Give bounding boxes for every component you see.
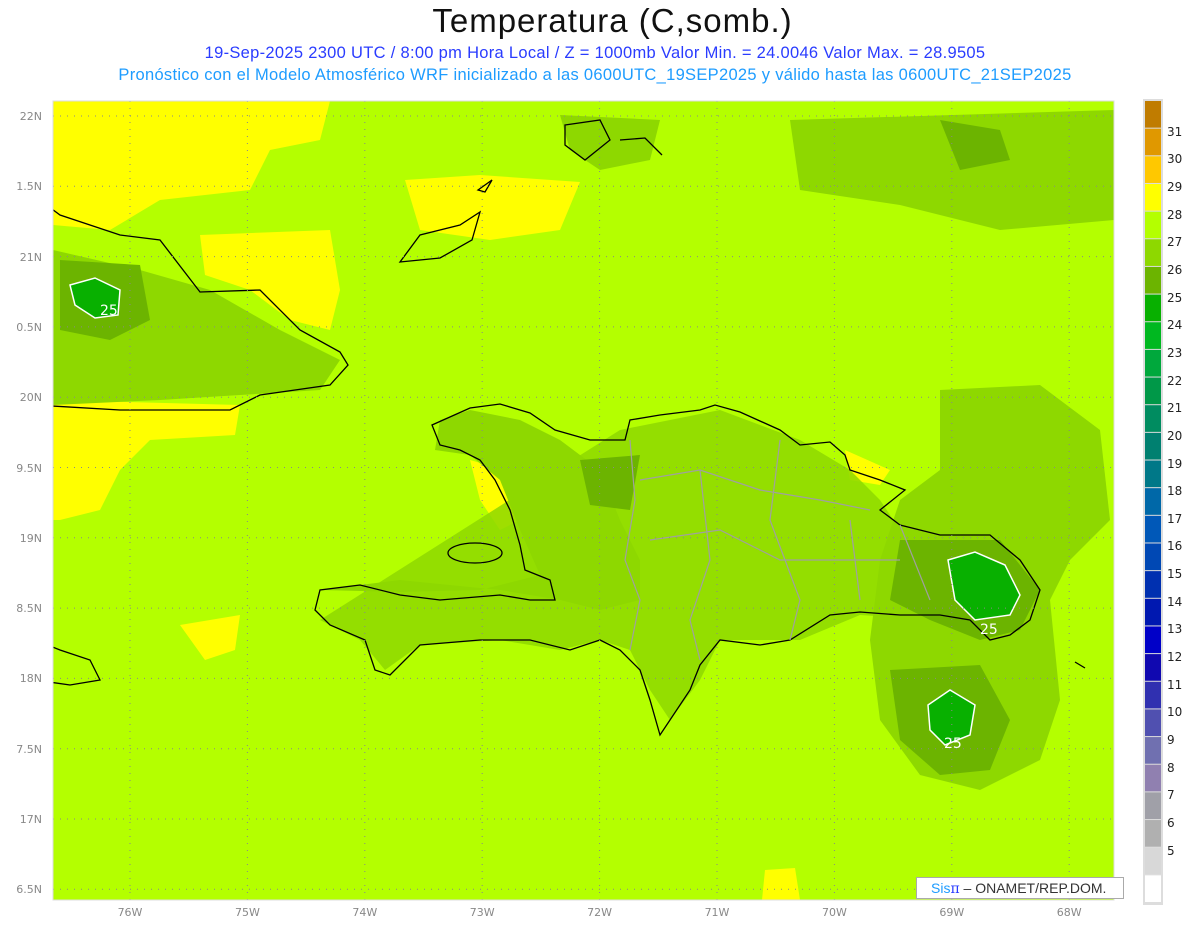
colorbar-swatch: [1145, 764, 1161, 792]
colorbar-label: 20: [1167, 428, 1183, 443]
colorbar-swatch: [1145, 488, 1161, 515]
colorbar-swatch: [1145, 571, 1161, 598]
colorbar-label: 31: [1167, 124, 1183, 139]
colorbar-swatch: [1145, 183, 1161, 211]
colorbar-label: 6: [1167, 816, 1175, 831]
lat-label: 18N: [19, 672, 42, 686]
lon-label: 70W: [821, 906, 847, 919]
lat-label: 22N: [19, 110, 42, 123]
lon-label: 69W: [939, 906, 965, 919]
lat-label: 17N: [19, 813, 42, 826]
lon-label: 72W: [587, 906, 613, 919]
credit-text: – ONAMET/REP.DOM.: [963, 880, 1107, 896]
map-field: [53, 101, 1114, 900]
contour-label: 25: [980, 622, 998, 638]
colorbar-label: 21: [1167, 401, 1183, 416]
colorbar-label: 28: [1167, 207, 1183, 222]
colorbar-label: 29: [1167, 179, 1183, 194]
colorbar-swatch: [1145, 847, 1161, 875]
lon-label: 75W: [234, 906, 260, 919]
colorbar-label: 23: [1167, 345, 1183, 360]
colorbar-swatch: [1145, 405, 1161, 432]
colorbar: [1143, 99, 1163, 905]
colorbar-swatch: [1145, 211, 1161, 239]
lon-label: 73W: [469, 906, 495, 919]
colorbar-swatch: [1145, 681, 1161, 709]
colorbar-label: 24: [1167, 318, 1183, 333]
colorbar-swatch: [1145, 101, 1161, 128]
lat-label: 8.5N: [16, 602, 42, 616]
colorbar-swatch: [1145, 239, 1161, 266]
colorbar-swatch: [1145, 654, 1161, 681]
lat-label: 6.5N: [16, 883, 42, 897]
colorbar-swatch: [1145, 792, 1161, 820]
lon-label: 71W: [704, 906, 730, 919]
colorbar-label: 22: [1167, 373, 1183, 388]
colorbar-label: 13: [1167, 622, 1183, 637]
colorbar-label: 19: [1167, 456, 1183, 471]
colorbar-label: 15: [1167, 567, 1183, 582]
colorbar-label: 27: [1167, 235, 1183, 250]
colorbar-swatch: [1145, 709, 1161, 737]
colorbar-swatch: [1145, 875, 1161, 902]
lon-label: 76W: [117, 906, 143, 919]
colorbar-swatch: [1145, 266, 1161, 294]
contour-label: 25: [944, 736, 962, 752]
colorbar-label: 25: [1167, 290, 1183, 305]
colorbar-swatch: [1145, 460, 1161, 488]
colorbar-label: 7: [1167, 788, 1175, 803]
lon-label: 68W: [1056, 906, 1082, 919]
contour-label: 25: [100, 303, 118, 319]
colorbar-swatch: [1145, 294, 1161, 322]
colorbar-label: 10: [1167, 705, 1183, 720]
colorbar-swatch: [1145, 598, 1161, 626]
lat-label: 19N: [19, 531, 42, 545]
colorbar-swatch: [1145, 515, 1161, 543]
colorbar-label: 18: [1167, 484, 1183, 499]
colorbar-swatch: [1145, 432, 1161, 460]
credit-box: Sisπ – ONAMET/REP.DOM.: [916, 877, 1124, 899]
colorbar-swatch: [1145, 377, 1161, 405]
colorbar-label: 8: [1167, 760, 1175, 775]
colorbar-label: 17: [1167, 511, 1183, 526]
lat-label: 20N: [19, 391, 42, 405]
colorbar-label: 9: [1167, 733, 1175, 748]
colorbar-label: 26: [1167, 262, 1183, 277]
colorbar-swatch: [1145, 543, 1161, 571]
lon-label: 74W: [352, 906, 378, 919]
colorbar-label: 12: [1167, 650, 1183, 665]
colorbar-label: 30: [1167, 152, 1183, 167]
brand-sis: Sis: [931, 880, 951, 896]
temperature-map: 25 25 25: [52, 99, 1163, 905]
lat-label: 21N: [19, 250, 42, 264]
colorbar-swatch: [1145, 349, 1161, 377]
colorbar-swatch: [1145, 128, 1161, 156]
colorbar-swatch: [1145, 322, 1161, 349]
colorbar-swatch: [1145, 737, 1161, 764]
colorbar-swatch: [1145, 820, 1161, 847]
lat-label: 1.5N: [16, 180, 42, 194]
colorbar-swatch: [1145, 626, 1161, 654]
lat-label: 9.5N: [16, 461, 42, 475]
colorbar-label: 5: [1167, 843, 1175, 858]
colorbar-label: 14: [1167, 594, 1183, 609]
lat-label: 0.5N: [16, 320, 42, 334]
brand-pi: π: [950, 881, 960, 897]
colorbar-label: 16: [1167, 539, 1183, 554]
colorbar-label: 11: [1167, 677, 1183, 692]
lat-label: 7.5N: [16, 742, 42, 756]
colorbar-swatch: [1145, 156, 1161, 183]
